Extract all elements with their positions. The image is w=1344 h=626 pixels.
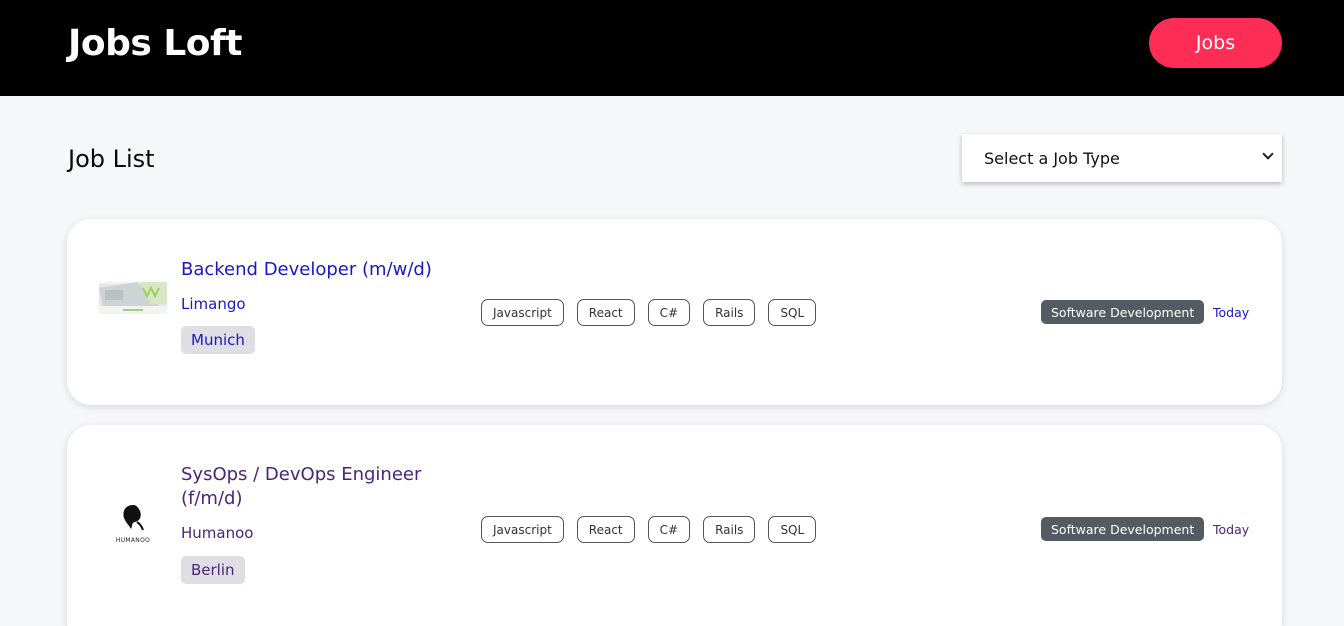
location-badge: Berlin [181, 556, 245, 584]
job-card[interactable]: HUMANOO SysOps / DevOps Engineer (f/m/d)… [67, 425, 1282, 626]
skill-tag[interactable]: React [576, 516, 635, 543]
skill-tag[interactable]: Javascript [481, 516, 564, 543]
skill-tag[interactable]: Javascript [481, 299, 564, 326]
limango-logo-icon [99, 282, 167, 314]
skill-tag[interactable]: React [576, 299, 635, 326]
skill-tag[interactable]: Rails [703, 299, 756, 326]
company-logo-humanoo: HUMANOO [111, 503, 155, 544]
posted-date: Today [1213, 305, 1250, 320]
skill-tag[interactable]: C# [647, 516, 691, 543]
chevron-down-icon [1262, 148, 1274, 160]
page-title: Job List [68, 145, 155, 173]
company-logo-limango [99, 282, 167, 314]
humanoo-logo-icon [123, 505, 144, 531]
job-card[interactable]: Backend Developer (m/w/d) Limango Munich… [67, 219, 1282, 405]
skill-tag[interactable]: SQL [768, 516, 817, 543]
posted-date: Today [1213, 522, 1250, 537]
category-badge: Software Development [1041, 300, 1205, 324]
company-name[interactable]: Humanoo [181, 524, 253, 542]
skill-tag[interactable]: C# [647, 299, 691, 326]
skill-tag[interactable]: Rails [703, 516, 756, 543]
skill-tag[interactable]: SQL [768, 299, 817, 326]
category-badge: Software Development [1041, 517, 1205, 541]
job-type-select[interactable]: Select a Job Type [962, 134, 1282, 182]
location-badge: Munich [181, 326, 255, 354]
jobs-nav-button[interactable]: Jobs [1149, 18, 1282, 68]
job-type-select-value: Select a Job Type [984, 148, 1120, 168]
top-navbar: Jobs Loft Jobs [0, 0, 1344, 96]
humanoo-logo-caption: HUMANOO [115, 537, 151, 544]
brand-logo-text[interactable]: Jobs Loft [68, 22, 242, 66]
company-name[interactable]: Limango [181, 295, 246, 313]
skill-tags: Javascript React C# Rails SQL [481, 299, 817, 326]
skill-tags: Javascript React C# Rails SQL [481, 516, 817, 543]
job-title[interactable]: SysOps / DevOps Engineer (f/m/d) [181, 463, 451, 511]
job-title[interactable]: Backend Developer (m/w/d) [181, 258, 432, 282]
